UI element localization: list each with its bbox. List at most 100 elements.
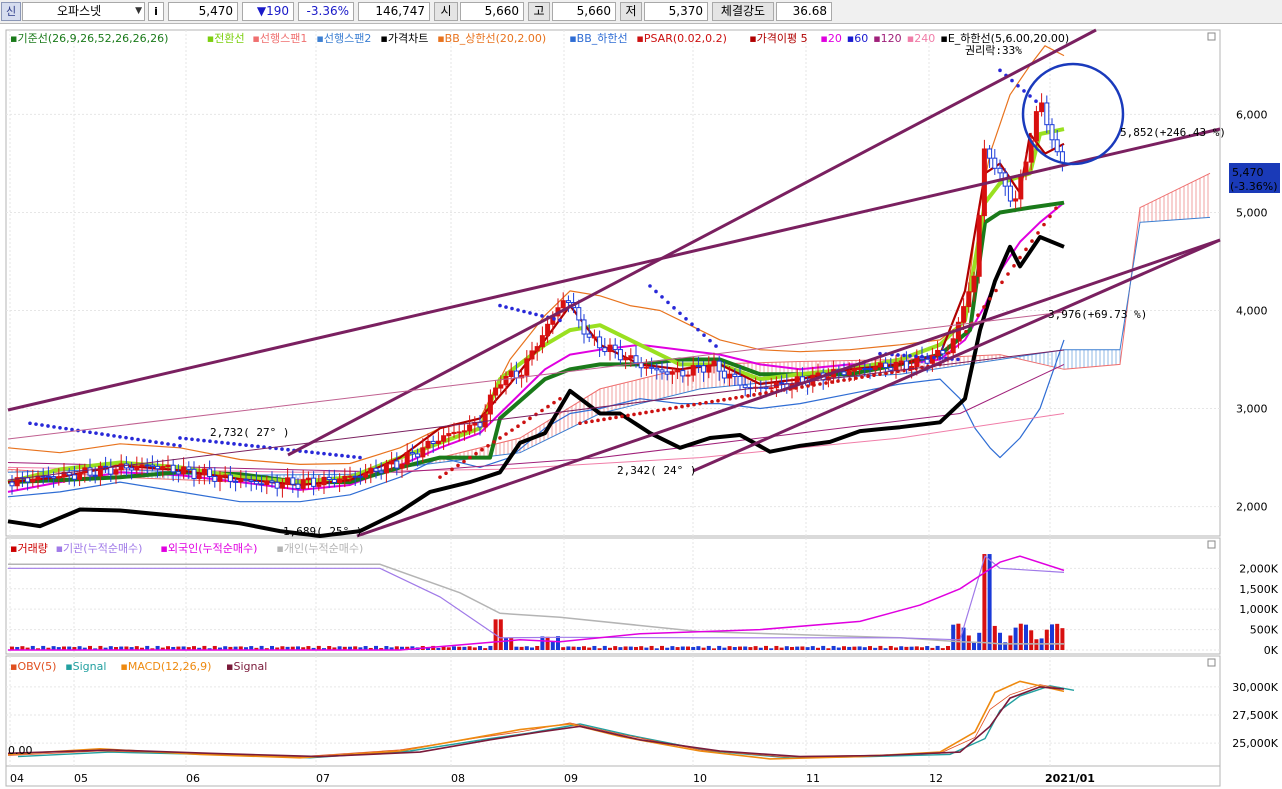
volume-bar bbox=[452, 646, 456, 650]
candle-body bbox=[649, 366, 655, 369]
legend-item: ▪60 bbox=[847, 32, 868, 45]
psar-dot bbox=[286, 447, 290, 452]
psar-dot bbox=[304, 449, 308, 454]
candle-body bbox=[269, 480, 275, 483]
psar-dot bbox=[1024, 247, 1028, 252]
psar-dot bbox=[964, 329, 968, 334]
candle-body bbox=[581, 319, 587, 335]
volume-bar bbox=[483, 648, 488, 650]
candle-body bbox=[815, 372, 821, 376]
candle-body bbox=[155, 465, 161, 470]
volume-bar bbox=[660, 645, 664, 650]
volume-bar bbox=[784, 646, 789, 650]
candle-body bbox=[191, 468, 197, 479]
psar-dot bbox=[280, 447, 284, 451]
psar-dot bbox=[608, 416, 612, 421]
volume-bar bbox=[1060, 628, 1065, 650]
legend-item: ▪BB_하한선 bbox=[569, 31, 627, 45]
psar-dot bbox=[352, 455, 356, 459]
volume-bar bbox=[634, 646, 638, 650]
volume-bar bbox=[462, 646, 467, 650]
candle-body bbox=[207, 468, 213, 477]
candle-body bbox=[883, 362, 889, 369]
psar-dot bbox=[836, 379, 840, 383]
candle-body bbox=[893, 361, 899, 371]
price-tick-label: 4,000 bbox=[1236, 305, 1268, 318]
candle-body bbox=[149, 464, 155, 467]
candle-body bbox=[560, 300, 566, 309]
volume-bar bbox=[436, 647, 441, 650]
psar-dot bbox=[800, 385, 804, 389]
candle-body bbox=[139, 464, 145, 467]
volume-bar bbox=[675, 647, 680, 650]
stock-chart[interactable]: 6,000 5,000 4,000 3,000 2,000 2,000K 1,500K 1,0… bbox=[0, 24, 1282, 789]
psar-dot bbox=[142, 438, 146, 443]
volume-bar bbox=[992, 625, 997, 650]
trade-volume: 146,747 bbox=[358, 2, 430, 21]
psar-dot bbox=[908, 354, 912, 358]
candle-body bbox=[617, 349, 623, 361]
psar-dot bbox=[644, 410, 648, 415]
psar-dot bbox=[516, 308, 520, 312]
psar-dot bbox=[716, 398, 720, 403]
candle-body bbox=[305, 477, 311, 481]
candle-body bbox=[290, 477, 296, 485]
candle-body bbox=[1044, 102, 1050, 126]
legend-item: ▪기준선(26,9,26,52,26,26,26) bbox=[10, 32, 168, 45]
psar-dot bbox=[982, 305, 986, 309]
stock-name-field[interactable]: 오파스넷 ▼ bbox=[22, 2, 145, 21]
candle-body bbox=[539, 335, 545, 348]
volume-bar bbox=[717, 645, 722, 650]
psar-dot bbox=[926, 355, 930, 359]
psar-dot bbox=[510, 428, 514, 432]
psar-dot bbox=[498, 303, 502, 308]
psar-dot bbox=[154, 440, 158, 444]
legend-item: ▪거래량 bbox=[10, 542, 48, 555]
psar-dot bbox=[178, 444, 182, 448]
chevron-down-icon[interactable]: ▼ bbox=[135, 3, 142, 20]
ma120-line bbox=[7, 363, 1065, 473]
volume-bar bbox=[956, 623, 961, 650]
price-tick-label: 5,000 bbox=[1236, 206, 1268, 219]
stock-code-button[interactable]: 신 bbox=[1, 2, 21, 21]
channel-line bbox=[7, 349, 1065, 481]
info-button[interactable]: i bbox=[148, 2, 164, 21]
psar-dot bbox=[672, 306, 676, 310]
candle-body bbox=[680, 370, 686, 377]
psar-dot bbox=[166, 442, 170, 446]
psar-dot bbox=[626, 413, 630, 418]
legend-item: ▪가격이평 5 bbox=[749, 32, 807, 45]
volume-bar bbox=[758, 647, 763, 650]
candle-body bbox=[326, 476, 332, 481]
obv-tick-label: 25,000K bbox=[1232, 737, 1278, 750]
psar-dot bbox=[480, 447, 484, 452]
candle-body bbox=[160, 466, 166, 470]
candle-body bbox=[779, 382, 785, 385]
volume-bar bbox=[530, 647, 534, 650]
candle-body bbox=[654, 367, 660, 371]
psar-dot bbox=[172, 443, 176, 447]
psar-dot bbox=[124, 435, 128, 440]
psar-dot bbox=[818, 382, 822, 386]
candle-body bbox=[732, 373, 738, 378]
candle-body bbox=[87, 467, 93, 476]
psar-dot bbox=[510, 306, 514, 311]
candle-body bbox=[643, 366, 649, 369]
psar-dot bbox=[136, 437, 140, 442]
low-label: 저 bbox=[620, 2, 642, 21]
open-value: 5,660 bbox=[460, 2, 524, 21]
volume-bars bbox=[8, 554, 1065, 651]
psar-dot bbox=[504, 432, 508, 436]
volume-bar bbox=[524, 646, 529, 650]
candle-body bbox=[487, 394, 493, 415]
obv-line bbox=[7, 684, 1065, 758]
volume-bar bbox=[790, 646, 794, 650]
candle-body bbox=[373, 467, 379, 472]
volume-bar bbox=[982, 554, 987, 650]
volume-bar bbox=[805, 647, 810, 650]
candle-body bbox=[940, 349, 946, 355]
candle-body bbox=[659, 369, 665, 373]
psar-dot bbox=[522, 309, 526, 314]
psar-dot bbox=[620, 414, 624, 419]
psar-dot bbox=[686, 403, 690, 408]
